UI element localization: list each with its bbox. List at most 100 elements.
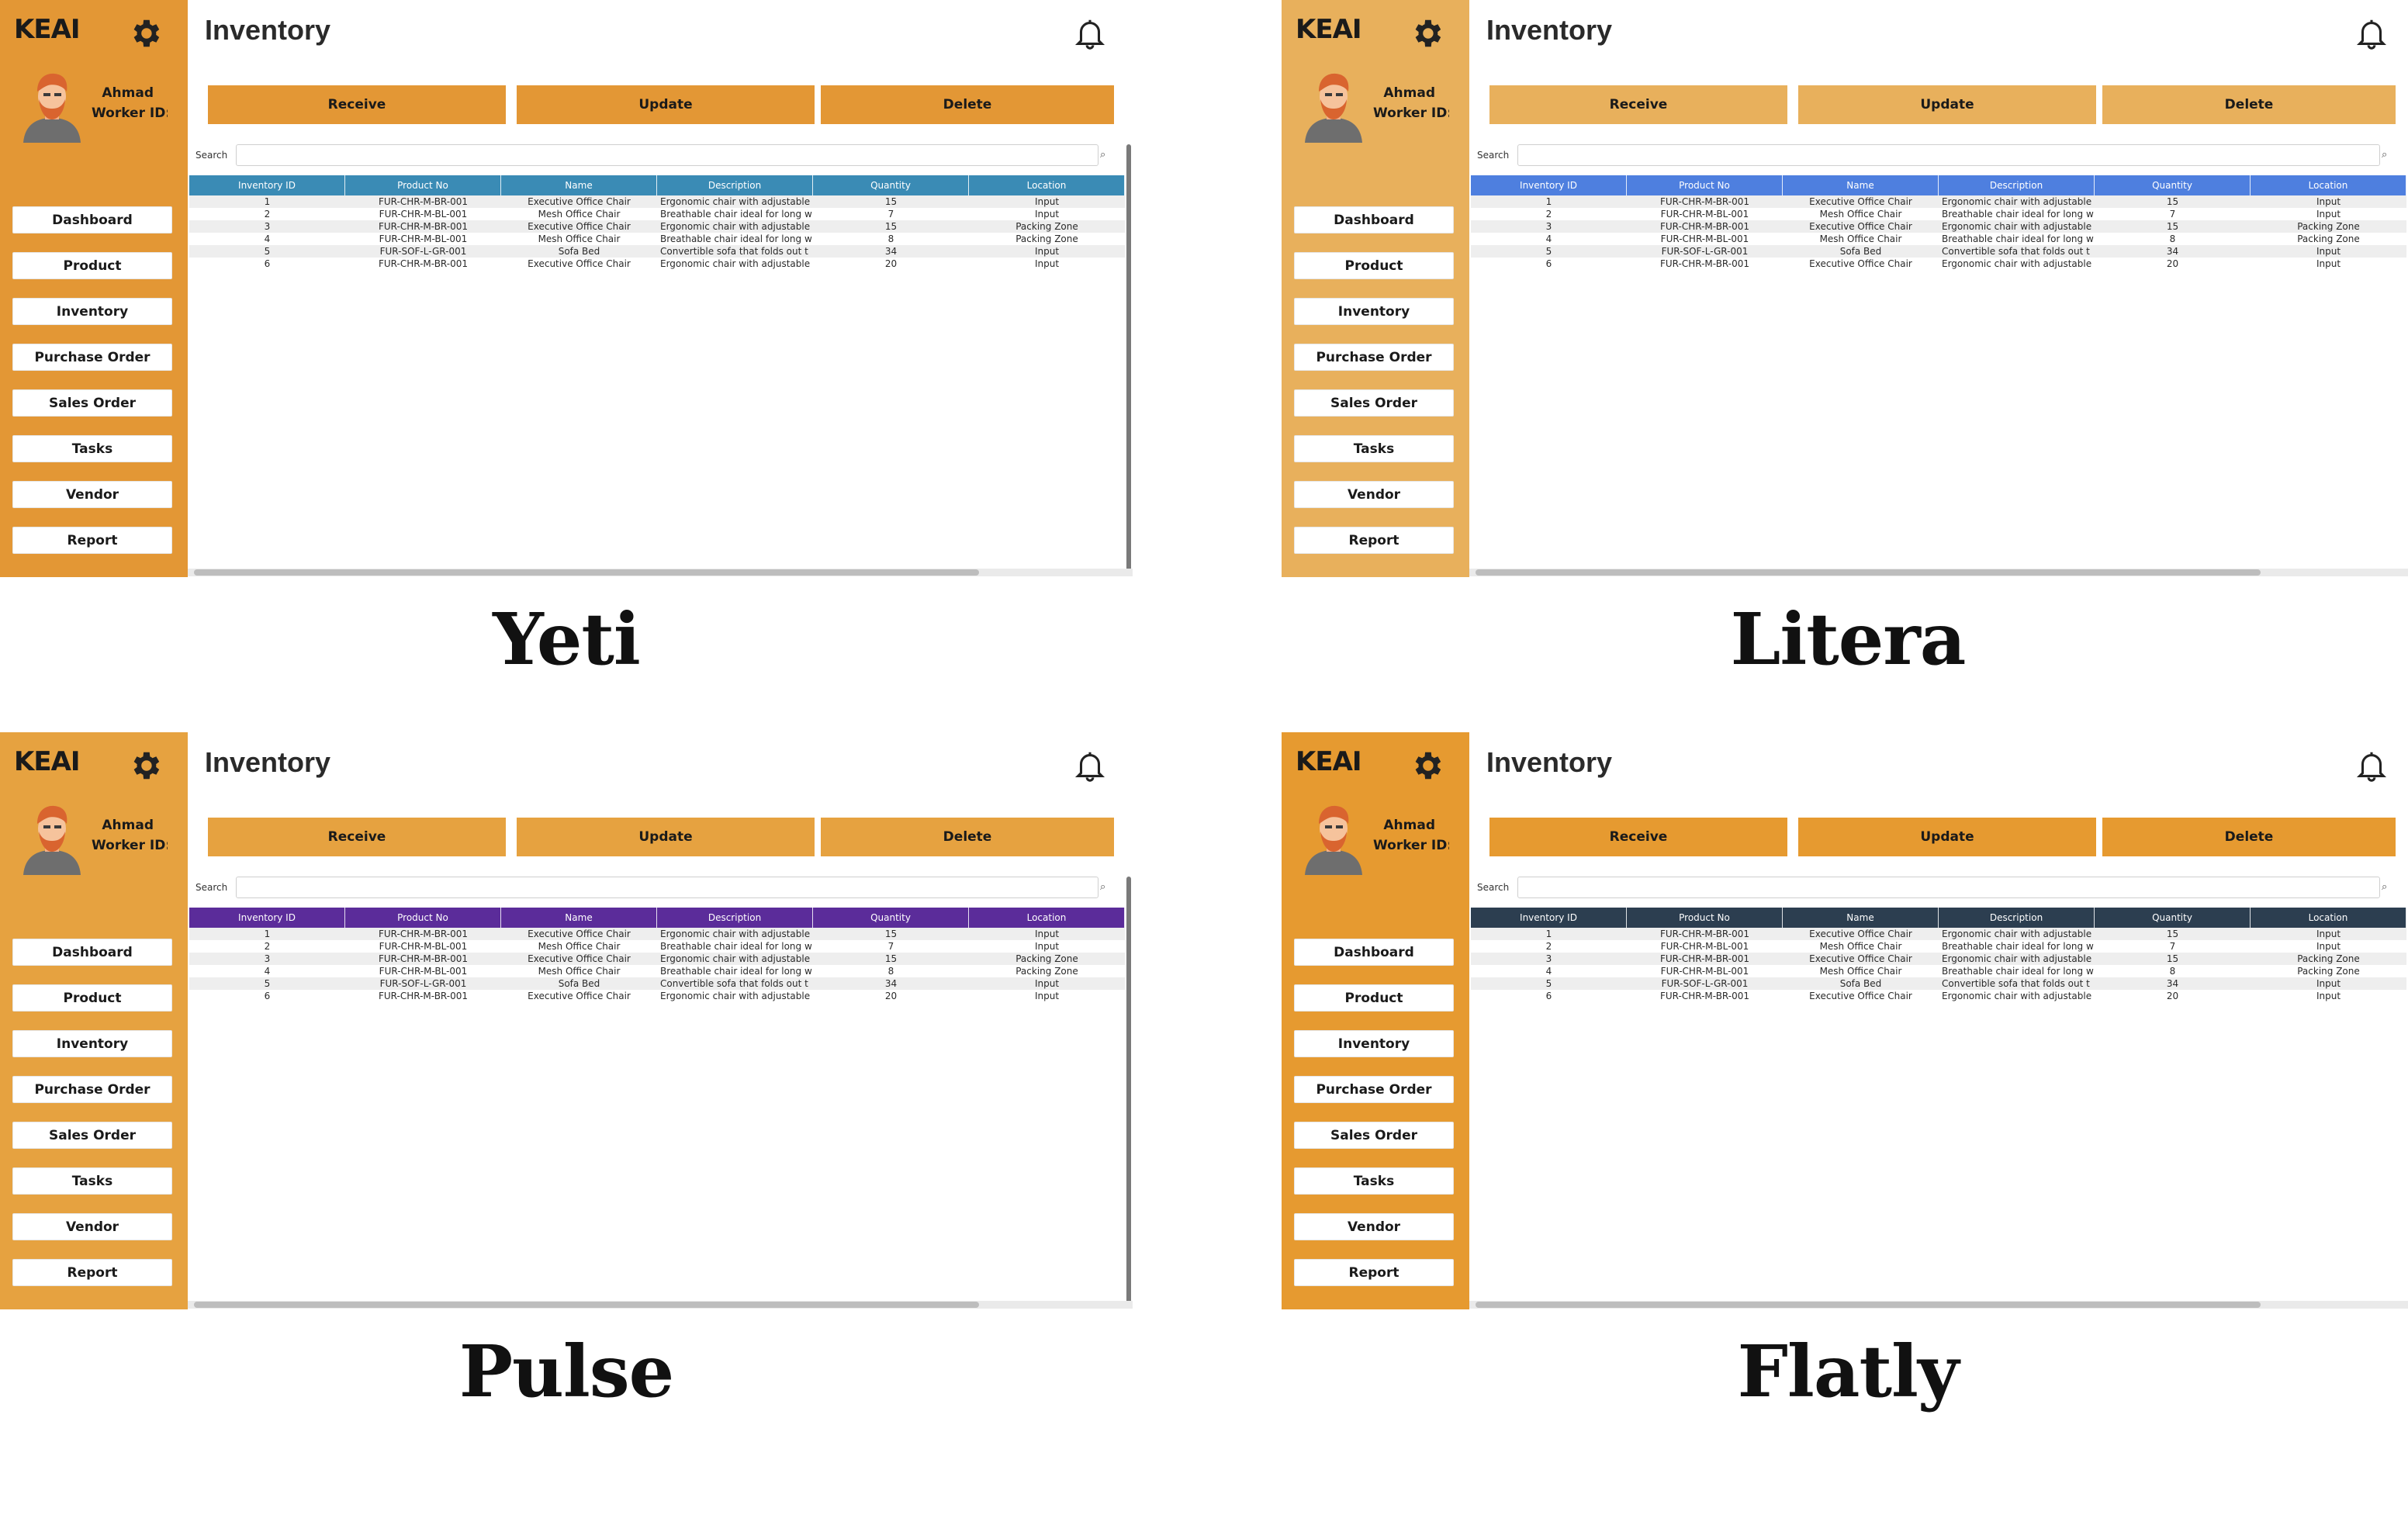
vertical-scrollbar[interactable] <box>1126 144 1131 571</box>
table-row[interactable]: 4 FUR-CHR-M-BL-001 Mesh Office Chair Breath… <box>189 965 1125 977</box>
column-header[interactable]: Name <box>501 175 657 195</box>
table-row[interactable]: 1 FUR-CHR-M-BR-001 Executive Office Chair E… <box>189 195 1125 208</box>
sidebar-item-dashboard[interactable]: Dashboard <box>1294 939 1454 966</box>
sidebar-item-sales-order[interactable]: Sales Order <box>1294 1122 1454 1149</box>
table-row[interactable]: 1 FUR-CHR-M-BR-001 Executive Office Chair E… <box>1471 928 2406 940</box>
vertical-scrollbar[interactable] <box>1126 877 1131 1303</box>
sidebar-item-vendor[interactable]: Vendor <box>1294 1213 1454 1240</box>
column-header[interactable]: Description <box>657 908 813 928</box>
column-header[interactable]: Product No <box>345 175 501 195</box>
sidebar-item-inventory[interactable]: Inventory <box>1294 298 1454 325</box>
gear-icon[interactable] <box>1409 748 1444 783</box>
sidebar-item-tasks[interactable]: Tasks <box>1294 1167 1454 1195</box>
sidebar-item-tasks[interactable]: Tasks <box>12 435 172 462</box>
column-header[interactable]: Quantity <box>813 175 969 195</box>
table-row[interactable]: 2 FUR-CHR-M-BL-001 Mesh Office Chair Breath… <box>189 208 1125 220</box>
column-header[interactable]: Quantity <box>813 908 969 928</box>
sidebar-item-inventory[interactable]: Inventory <box>1294 1030 1454 1057</box>
table-row[interactable]: 3 FUR-CHR-M-BR-001 Executive Office Chair E… <box>1471 220 2406 233</box>
column-header[interactable]: Inventory ID <box>189 908 345 928</box>
table-row[interactable]: 6 FUR-CHR-M-BR-001 Executive Office Chair E… <box>1471 258 2406 270</box>
column-header[interactable]: Product No <box>1627 908 1783 928</box>
table-row[interactable]: 2 FUR-CHR-M-BL-001 Mesh Office Chair Breath… <box>1471 208 2406 220</box>
delete-button[interactable]: Delete <box>821 85 1114 124</box>
table-row[interactable]: 6 FUR-CHR-M-BR-001 Executive Office Chair E… <box>189 990 1125 1002</box>
sidebar-item-dashboard[interactable]: Dashboard <box>1294 206 1454 233</box>
column-header[interactable]: Location <box>2251 908 2406 928</box>
delete-button[interactable]: Delete <box>2102 85 2396 124</box>
table-row[interactable]: 3 FUR-CHR-M-BR-001 Executive Office Chair E… <box>1471 953 2406 965</box>
sidebar-item-dashboard[interactable]: Dashboard <box>12 206 172 233</box>
horizontal-scrollbar[interactable] <box>194 1302 979 1308</box>
bell-icon[interactable] <box>1072 16 1108 51</box>
column-header[interactable]: Inventory ID <box>1471 908 1627 928</box>
sidebar-item-purchase-order[interactable]: Purchase Order <box>12 1076 172 1103</box>
table-row[interactable]: 4 FUR-CHR-M-BL-001 Mesh Office Chair Breath… <box>1471 233 2406 245</box>
sidebar-item-purchase-order[interactable]: Purchase Order <box>1294 344 1454 371</box>
delete-button[interactable]: Delete <box>2102 818 2396 856</box>
search-icon[interactable]: ⌕ <box>2382 149 2387 161</box>
table-row[interactable]: 4 FUR-CHR-M-BL-001 Mesh Office Chair Breath… <box>189 233 1125 245</box>
update-button[interactable]: Update <box>1798 818 2096 856</box>
update-button[interactable]: Update <box>517 85 815 124</box>
sidebar-item-vendor[interactable]: Vendor <box>12 481 172 508</box>
search-input[interactable] <box>1517 877 2380 898</box>
sidebar-item-report[interactable]: Report <box>12 1259 172 1286</box>
search-icon[interactable]: ⌕ <box>2382 881 2387 893</box>
column-header[interactable]: Description <box>657 175 813 195</box>
column-header[interactable]: Name <box>1783 908 1939 928</box>
table-row[interactable]: 5 FUR-SOF-L-GR-001 Sofa Bed Convertible sof… <box>189 245 1125 258</box>
bell-icon[interactable] <box>1072 748 1108 783</box>
table-row[interactable]: 4 FUR-CHR-M-BL-001 Mesh Office Chair Breath… <box>1471 965 2406 977</box>
sidebar-item-vendor[interactable]: Vendor <box>1294 481 1454 508</box>
gear-icon[interactable] <box>127 748 163 783</box>
column-header[interactable]: Quantity <box>2095 175 2251 195</box>
table-row[interactable]: 1 FUR-CHR-M-BR-001 Executive Office Chair E… <box>189 928 1125 940</box>
sidebar-item-product[interactable]: Product <box>12 984 172 1012</box>
table-row[interactable]: 5 FUR-SOF-L-GR-001 Sofa Bed Convertible sof… <box>189 977 1125 990</box>
receive-button[interactable]: Receive <box>208 85 506 124</box>
bell-icon[interactable] <box>2354 748 2389 783</box>
column-header[interactable]: Product No <box>1627 175 1783 195</box>
horizontal-scrollbar[interactable] <box>194 569 979 576</box>
gear-icon[interactable] <box>127 16 163 51</box>
sidebar-item-tasks[interactable]: Tasks <box>1294 435 1454 462</box>
sidebar-item-report[interactable]: Report <box>1294 527 1454 554</box>
sidebar-item-product[interactable]: Product <box>1294 984 1454 1012</box>
sidebar-item-product[interactable]: Product <box>1294 252 1454 279</box>
update-button[interactable]: Update <box>1798 85 2096 124</box>
horizontal-scrollbar[interactable] <box>1476 1302 2261 1308</box>
update-button[interactable]: Update <box>517 818 815 856</box>
sidebar-item-dashboard[interactable]: Dashboard <box>12 939 172 966</box>
column-header[interactable]: Location <box>969 175 1125 195</box>
sidebar-item-sales-order[interactable]: Sales Order <box>1294 389 1454 417</box>
search-input[interactable] <box>236 877 1098 898</box>
column-header[interactable]: Product No <box>345 908 501 928</box>
sidebar-item-purchase-order[interactable]: Purchase Order <box>1294 1076 1454 1103</box>
sidebar-item-sales-order[interactable]: Sales Order <box>12 1122 172 1149</box>
receive-button[interactable]: Receive <box>208 818 506 856</box>
delete-button[interactable]: Delete <box>821 818 1114 856</box>
sidebar-item-report[interactable]: Report <box>12 527 172 554</box>
table-row[interactable]: 2 FUR-CHR-M-BL-001 Mesh Office Chair Breath… <box>189 940 1125 953</box>
table-row[interactable]: 6 FUR-CHR-M-BR-001 Executive Office Chair E… <box>189 258 1125 270</box>
table-row[interactable]: 5 FUR-SOF-L-GR-001 Sofa Bed Convertible sof… <box>1471 977 2406 990</box>
horizontal-scrollbar[interactable] <box>1476 569 2261 576</box>
search-icon[interactable]: ⌕ <box>1100 149 1105 161</box>
sidebar-item-product[interactable]: Product <box>12 252 172 279</box>
sidebar-item-inventory[interactable]: Inventory <box>12 1030 172 1057</box>
column-header[interactable]: Inventory ID <box>1471 175 1627 195</box>
column-header[interactable]: Description <box>1939 175 2095 195</box>
sidebar-item-purchase-order[interactable]: Purchase Order <box>12 344 172 371</box>
search-icon[interactable]: ⌕ <box>1100 881 1105 893</box>
table-row[interactable]: 1 FUR-CHR-M-BR-001 Executive Office Chair E… <box>1471 195 2406 208</box>
table-row[interactable]: 3 FUR-CHR-M-BR-001 Executive Office Chair E… <box>189 953 1125 965</box>
sidebar-item-tasks[interactable]: Tasks <box>12 1167 172 1195</box>
receive-button[interactable]: Receive <box>1489 85 1787 124</box>
search-input[interactable] <box>1517 144 2380 166</box>
table-row[interactable]: 2 FUR-CHR-M-BL-001 Mesh Office Chair Breath… <box>1471 940 2406 953</box>
column-header[interactable]: Name <box>1783 175 1939 195</box>
table-row[interactable]: 3 FUR-CHR-M-BR-001 Executive Office Chair E… <box>189 220 1125 233</box>
column-header[interactable]: Inventory ID <box>189 175 345 195</box>
search-input[interactable] <box>236 144 1098 166</box>
